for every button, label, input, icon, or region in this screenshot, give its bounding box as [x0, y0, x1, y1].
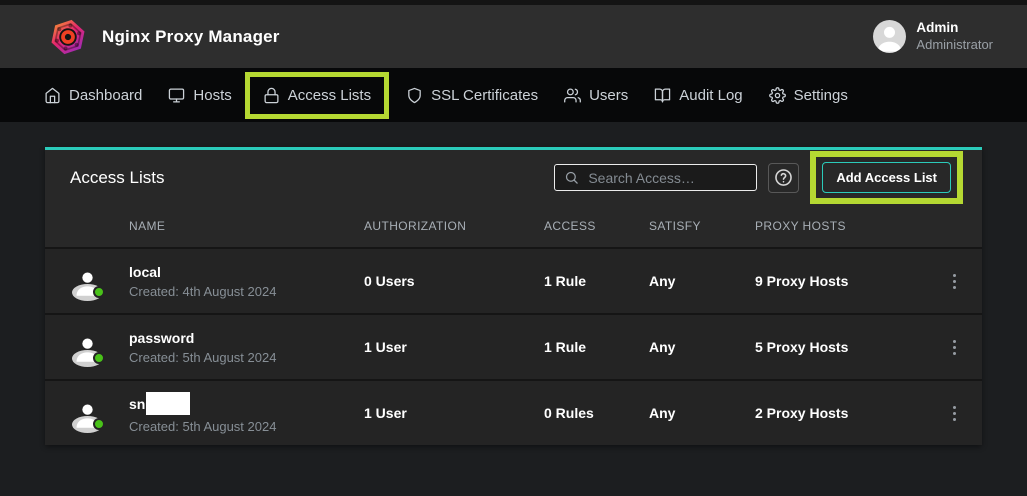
page-title: Access Lists — [70, 168, 164, 188]
brand[interactable]: Nginx Proxy Manager — [48, 17, 280, 57]
monitor-icon — [168, 87, 185, 104]
column-header-satisfy: SATISFY — [649, 219, 755, 233]
avatar — [72, 332, 103, 363]
access-list-name: password — [129, 330, 194, 346]
column-header-name: NAME — [129, 219, 364, 233]
access-cell: 1 Rule — [544, 273, 649, 289]
user-menu[interactable]: Admin Administrator — [873, 20, 993, 53]
nav-item-audit-log[interactable]: Audit Log — [641, 87, 755, 104]
authorization-cell: 1 User — [364, 339, 544, 355]
created-date: Created: 5th August 2024 — [129, 350, 364, 365]
panel-controls: Add Access List — [554, 151, 963, 204]
satisfy-cell: Any — [649, 339, 755, 355]
proxy-hosts-cell: 5 Proxy Hosts — [755, 339, 926, 355]
created-date: Created: 5th August 2024 — [129, 419, 364, 434]
authorization-cell: 1 User — [364, 405, 544, 421]
lock-icon — [263, 87, 280, 104]
redaction-box — [146, 392, 190, 415]
search-icon — [564, 170, 579, 185]
add-access-list-button[interactable]: Add Access List — [822, 162, 951, 193]
created-date: Created: 4th August 2024 — [129, 284, 364, 299]
authorization-cell: 0 Users — [364, 273, 544, 289]
search-box — [554, 164, 757, 191]
access-cell: 1 Rule — [544, 339, 649, 355]
nav-item-dashboard[interactable]: Dashboard — [31, 87, 155, 104]
table-row: sn Created: 5th August 2024 1 User 0 Rul… — [45, 379, 982, 445]
status-dot — [93, 286, 105, 298]
user-avatar — [873, 20, 906, 53]
nav-item-label: Settings — [794, 87, 848, 104]
main-nav: Dashboard Hosts Access Lists SSL Certifi… — [0, 68, 1027, 122]
column-header-access: ACCESS — [544, 219, 649, 233]
nav-item-label: Users — [589, 87, 628, 104]
book-icon — [654, 87, 671, 104]
user-name: Admin — [916, 20, 993, 37]
proxy-hosts-cell: 9 Proxy Hosts — [755, 273, 926, 289]
user-role: Administrator — [916, 37, 993, 53]
users-icon — [564, 87, 581, 104]
help-button[interactable] — [768, 163, 799, 193]
proxy-hosts-cell: 2 Proxy Hosts — [755, 405, 926, 421]
shield-icon — [406, 87, 423, 104]
nav-item-ssl-certificates[interactable]: SSL Certificates — [393, 87, 551, 104]
nav-item-label: SSL Certificates — [431, 87, 538, 104]
app-title: Nginx Proxy Manager — [102, 27, 280, 47]
app-header: Nginx Proxy Manager Admin Administrator — [0, 0, 1027, 68]
panel-header: Access Lists Add Access List — [45, 150, 982, 205]
nav-item-label: Access Lists — [288, 87, 371, 104]
table-row: password Created: 5th August 2024 1 User… — [45, 313, 982, 379]
status-dot — [93, 352, 105, 364]
access-list-name: local — [129, 264, 161, 280]
main-content: Access Lists Add Access List — [0, 122, 1027, 470]
search-input[interactable] — [588, 170, 747, 186]
nav-item-users[interactable]: Users — [551, 87, 641, 104]
satisfy-cell: Any — [649, 273, 755, 289]
nav-item-label: Audit Log — [679, 87, 742, 104]
help-circle-icon — [774, 168, 793, 187]
table-row: local Created: 4th August 2024 0 Users 1… — [45, 247, 982, 313]
nav-item-label: Dashboard — [69, 87, 142, 104]
row-menu-kebab-icon[interactable] — [947, 400, 962, 427]
access-lists-panel: Access Lists Add Access List — [45, 147, 982, 445]
column-header-authorization: AUTHORIZATION — [364, 219, 544, 233]
home-icon — [44, 87, 61, 104]
row-menu-kebab-icon[interactable] — [947, 268, 962, 295]
row-menu-kebab-icon[interactable] — [947, 334, 962, 361]
table-header: NAME AUTHORIZATION ACCESS SATISFY PROXY … — [45, 205, 982, 247]
satisfy-cell: Any — [649, 405, 755, 421]
column-header-proxy-hosts: PROXY HOSTS — [755, 219, 926, 233]
nav-item-access-lists[interactable]: Access Lists — [245, 72, 389, 119]
access-cell: 0 Rules — [544, 405, 649, 421]
avatar — [72, 398, 103, 429]
nav-item-hosts[interactable]: Hosts — [155, 87, 244, 104]
npm-logo-icon — [48, 17, 88, 57]
gear-icon — [769, 87, 786, 104]
nav-item-label: Hosts — [193, 87, 231, 104]
highlight-annotation: Add Access List — [810, 151, 963, 204]
nav-item-settings[interactable]: Settings — [756, 87, 861, 104]
access-list-name: sn — [129, 396, 145, 412]
status-dot — [93, 418, 105, 430]
avatar — [72, 266, 103, 297]
